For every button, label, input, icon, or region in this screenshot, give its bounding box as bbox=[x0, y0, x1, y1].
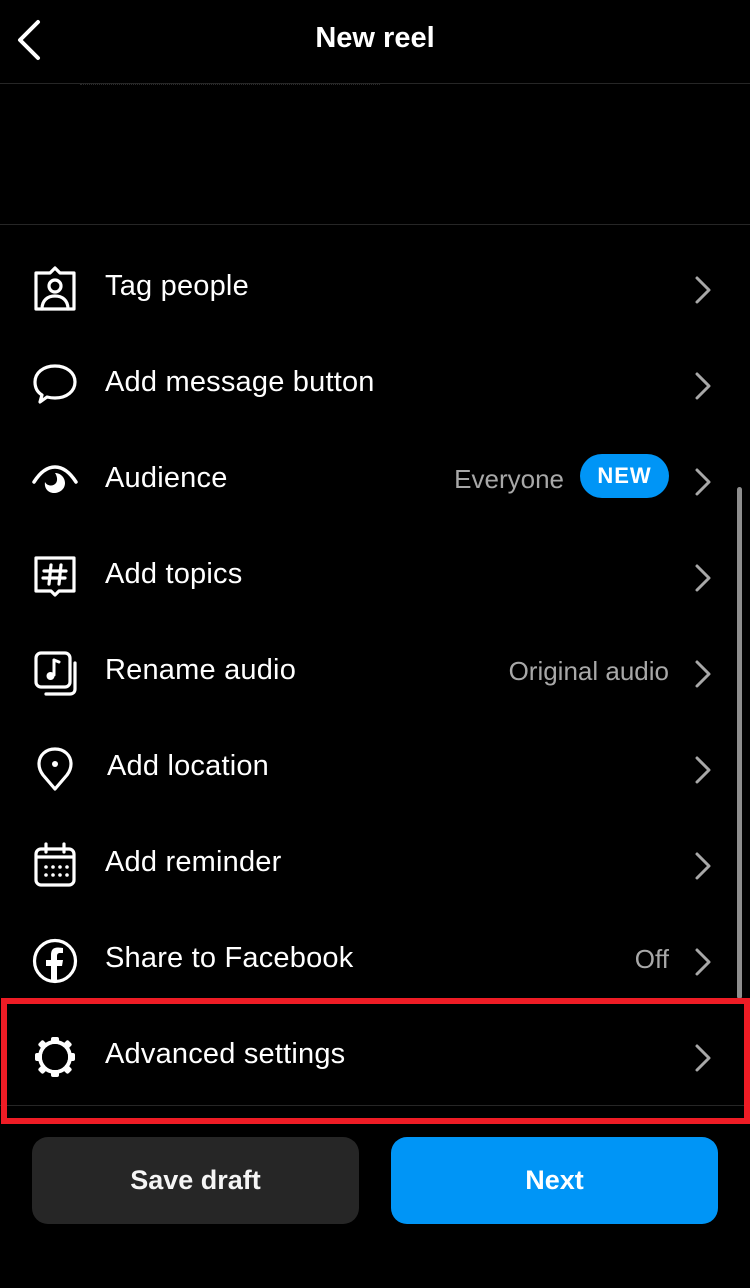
new-badge: NEW bbox=[580, 454, 669, 498]
chat-bubble-icon bbox=[31, 361, 79, 409]
settings-item-label: Audience bbox=[105, 462, 228, 494]
chevron-right-icon bbox=[695, 468, 711, 496]
audience-value: Everyone bbox=[454, 464, 564, 494]
chevron-right-icon bbox=[695, 948, 711, 976]
settings-item-rename-audio[interactable]: Rename audio Original audio bbox=[0, 625, 750, 721]
hashtag-icon bbox=[31, 553, 79, 601]
music-note-icon bbox=[31, 649, 79, 697]
tag-people-icon bbox=[31, 265, 79, 313]
settings-item-label: Tag people bbox=[105, 270, 249, 302]
chevron-right-icon bbox=[695, 276, 711, 304]
page-title: New reel bbox=[315, 22, 435, 54]
settings-item-add-message-button[interactable]: Add message button bbox=[0, 337, 750, 433]
settings-item-share-to-facebook[interactable]: Share to Facebook Off bbox=[0, 913, 750, 1009]
settings-item-label: Rename audio bbox=[105, 654, 297, 686]
next-button[interactable]: Next bbox=[391, 1137, 718, 1224]
caption-text-fragment bbox=[80, 84, 380, 89]
location-pin-icon bbox=[31, 745, 79, 793]
calendar-icon bbox=[31, 841, 79, 889]
facebook-share-value: Off bbox=[634, 944, 669, 974]
divider bbox=[0, 1105, 750, 1106]
facebook-icon bbox=[31, 937, 79, 985]
chevron-right-icon bbox=[695, 1044, 711, 1072]
caption-area[interactable] bbox=[0, 84, 750, 225]
scrollbar[interactable] bbox=[737, 487, 742, 999]
settings-item-add-topics[interactable]: Add topics bbox=[0, 529, 750, 625]
chevron-right-icon bbox=[695, 660, 711, 688]
settings-item-label: Add topics bbox=[105, 558, 243, 590]
settings-item-label: Add location bbox=[107, 750, 270, 782]
chevron-right-icon bbox=[695, 372, 711, 400]
save-draft-button[interactable]: Save draft bbox=[32, 1137, 359, 1224]
settings-item-advanced-settings[interactable]: Advanced settings bbox=[0, 1009, 750, 1105]
settings-item-add-reminder[interactable]: Add reminder bbox=[0, 817, 750, 913]
settings-item-label: Share to Facebook bbox=[105, 942, 354, 974]
chevron-right-icon bbox=[695, 852, 711, 880]
audio-name-value: Original audio bbox=[508, 656, 669, 686]
settings-item-audience[interactable]: Audience Everyone NEW bbox=[0, 433, 750, 529]
gear-icon bbox=[31, 1033, 79, 1081]
chevron-right-icon bbox=[695, 564, 711, 592]
settings-list: Tag people Add message button Audience E… bbox=[0, 241, 750, 1105]
settings-item-label: Advanced settings bbox=[105, 1038, 346, 1070]
settings-item-tag-people[interactable]: Tag people bbox=[0, 241, 750, 337]
settings-item-add-location[interactable]: Add location bbox=[0, 721, 750, 817]
top-nav-bar: New reel bbox=[0, 0, 750, 84]
audience-eye-icon bbox=[31, 457, 79, 505]
chevron-right-icon bbox=[695, 756, 711, 784]
settings-item-label: Add reminder bbox=[105, 846, 282, 878]
settings-item-label: Add message button bbox=[105, 366, 375, 398]
